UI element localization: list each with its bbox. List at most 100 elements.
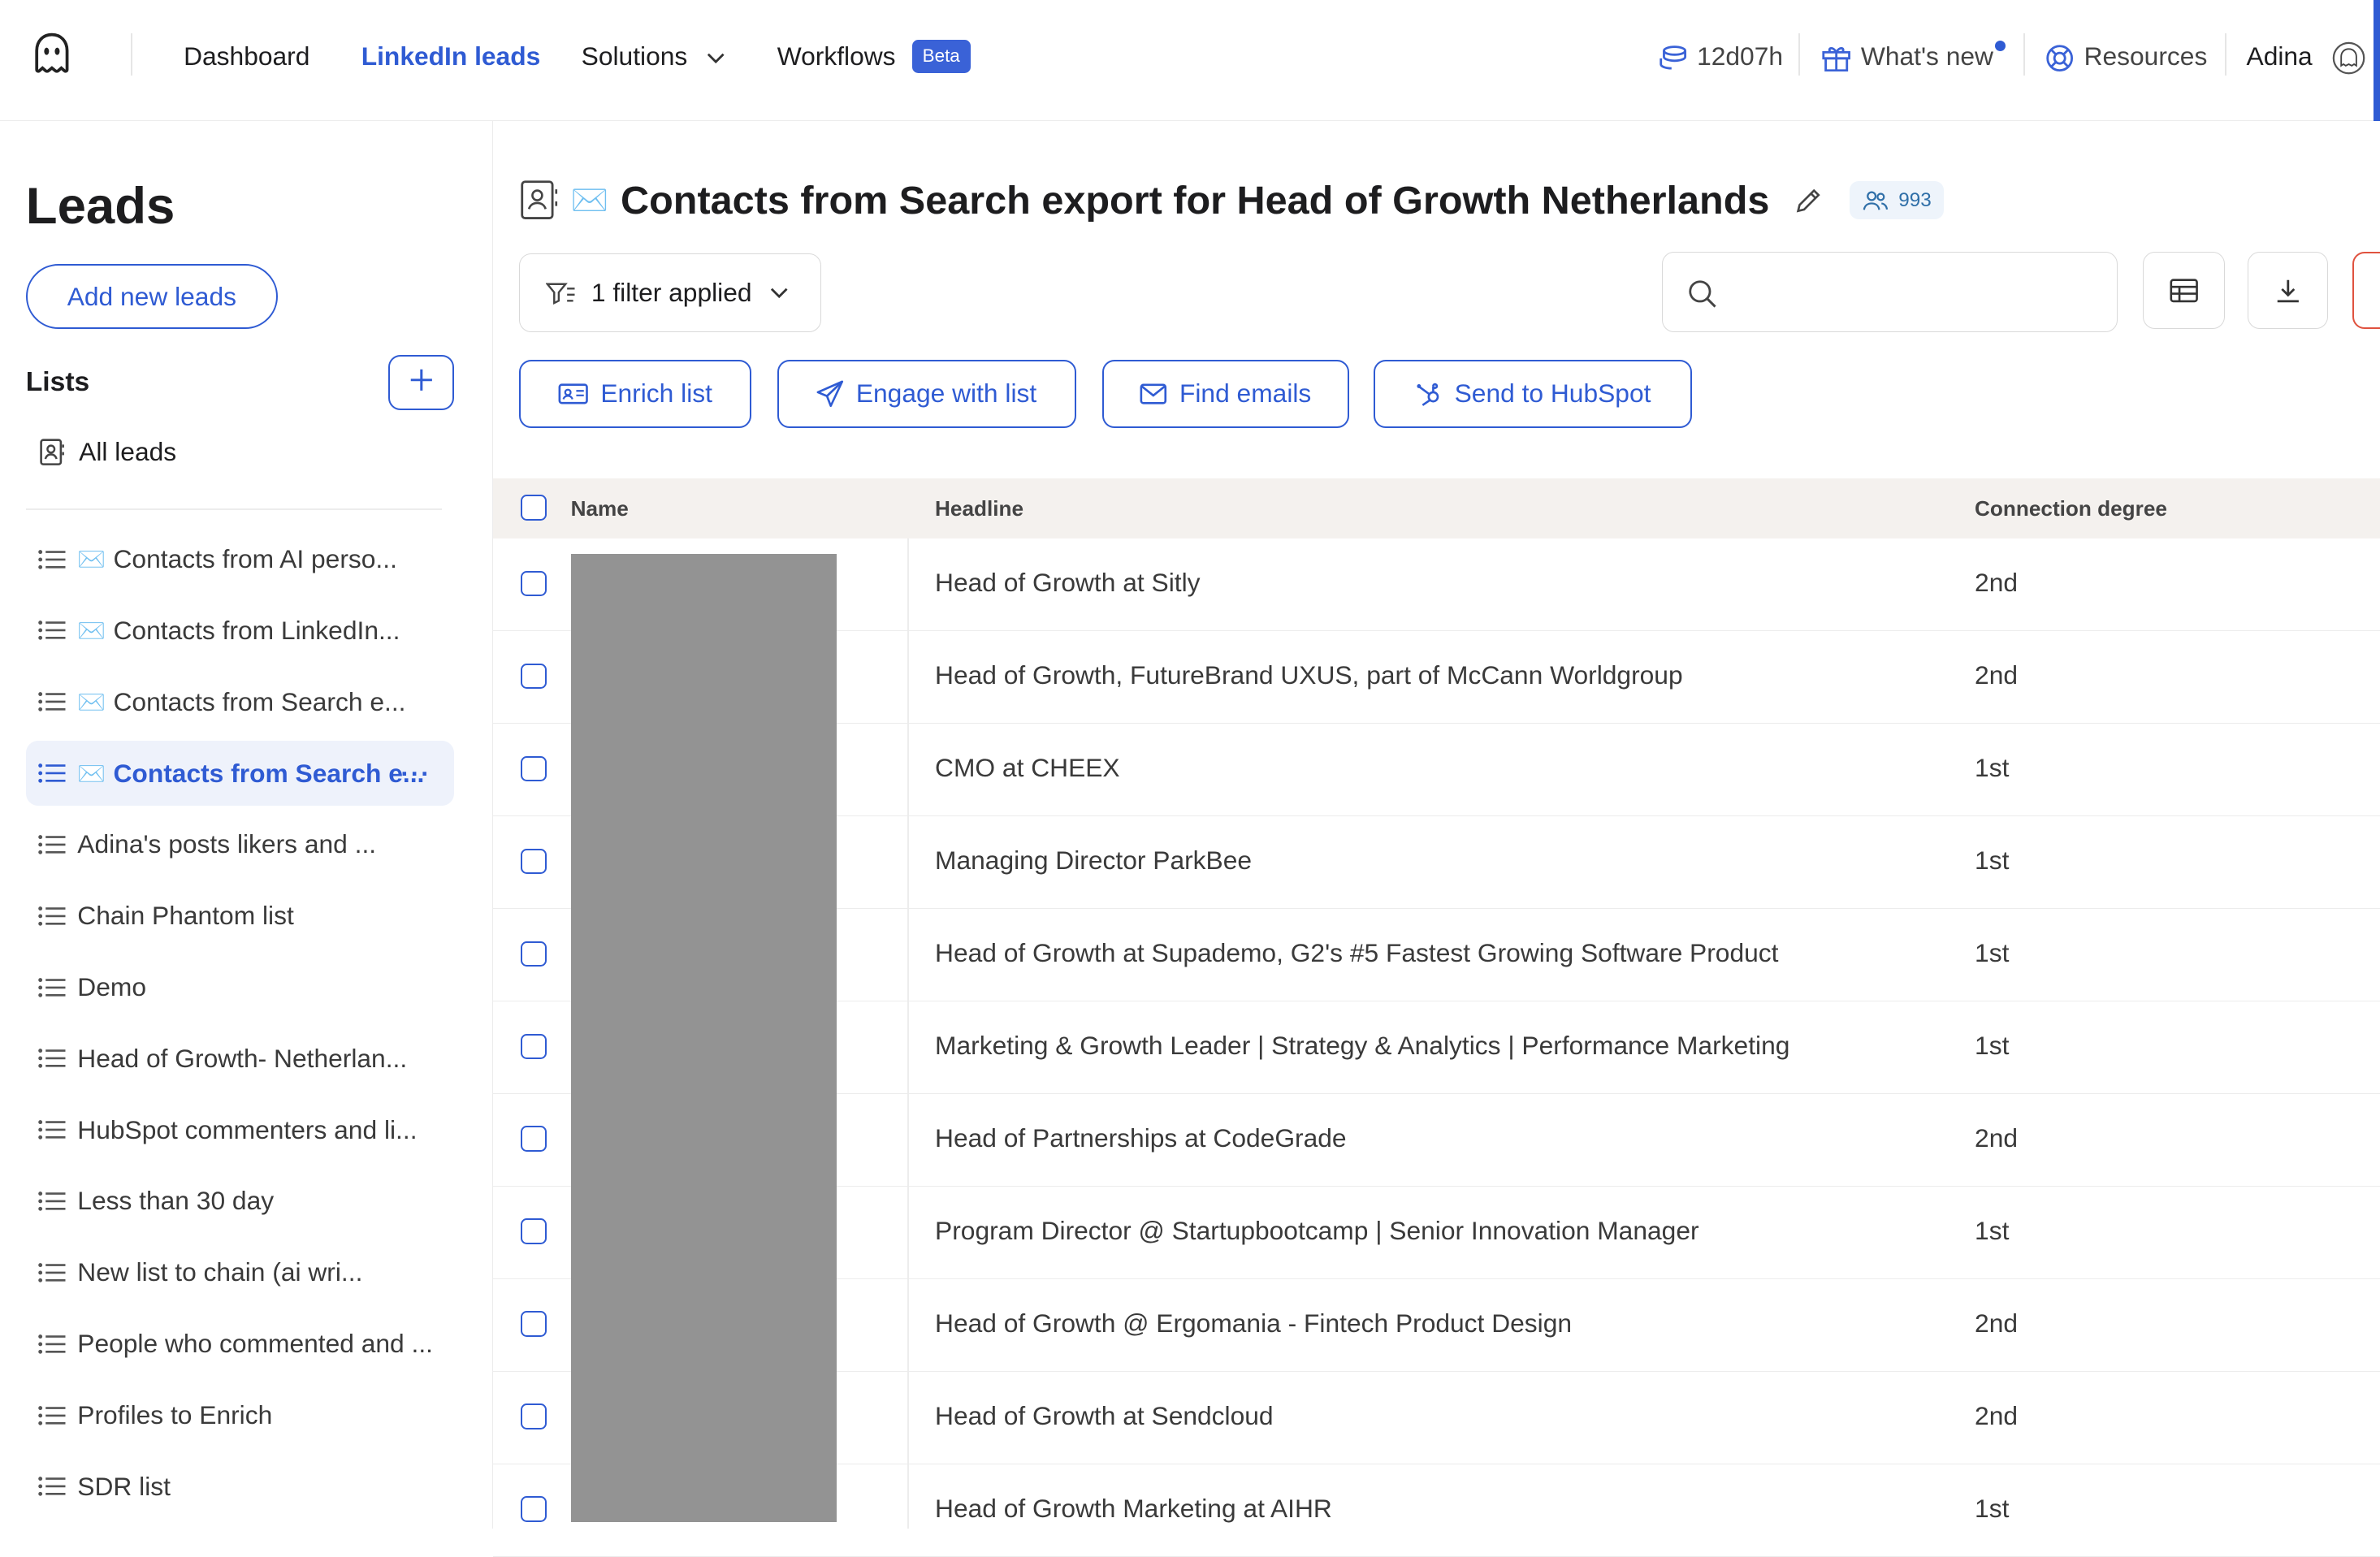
delete-button[interactable]	[2352, 252, 2380, 330]
headline-cell: Head of Partnerships at CodeGrade	[935, 1122, 1347, 1153]
lifebuoy-icon	[2046, 45, 2074, 71]
sidebar-list-item[interactable]: Chain Phantom list	[26, 884, 454, 949]
nav-divider	[130, 33, 132, 76]
search-field[interactable]	[1662, 252, 2118, 333]
list-item-label: Contacts from Search e...	[113, 758, 425, 788]
chevron-down-icon	[707, 53, 725, 64]
sidebar-list-item[interactable]: ✉️ Contacts from Search e...	[26, 669, 454, 734]
resources-link[interactable]: Resources	[2045, 37, 2207, 76]
sidebar-list-item[interactable]: New list to chain (ai wri...	[26, 1240, 454, 1305]
row-checkbox[interactable]	[520, 663, 547, 690]
connection-degree-cell: 1st	[1975, 845, 2010, 875]
list-icon	[38, 1263, 66, 1282]
time-credit[interactable]: 12d07h	[1658, 37, 1783, 76]
filter-dropdown[interactable]: 1 filter applied	[519, 253, 821, 333]
table-view-button[interactable]	[2143, 252, 2226, 330]
coins-icon	[1659, 45, 1686, 70]
sidebar-list-item[interactable]: Less than 30 day	[26, 1169, 454, 1234]
table-icon	[2170, 279, 2199, 303]
row-checkbox[interactable]	[520, 1033, 547, 1060]
nav-workflows[interactable]: Workflows Beta	[777, 37, 971, 76]
download-button[interactable]	[2248, 252, 2329, 330]
more-options-icon[interactable]: ···	[400, 759, 431, 789]
sidebar-list-item[interactable]: ✉️ Contacts from AI perso...	[26, 526, 454, 591]
sidebar-list-item[interactable]: HubSpot commenters and li...	[26, 1097, 454, 1162]
enrich-list-button[interactable]: Enrich list	[519, 359, 751, 428]
title-row: ✉️ Contacts from Search export for Head …	[519, 176, 1944, 225]
list-icon	[38, 621, 66, 641]
whats-new-link[interactable]: What's new	[1821, 37, 2006, 76]
column-header-name[interactable]: Name	[571, 496, 629, 521]
sidebar-list-item[interactable]: SDR list	[26, 1454, 454, 1519]
engage-with-list-button[interactable]: Engage with list	[777, 359, 1076, 428]
search-input[interactable]	[1735, 267, 2101, 317]
row-checkbox[interactable]	[520, 1218, 547, 1245]
send-to-hubspot-label: Send to HubSpot	[1454, 378, 1651, 409]
send-to-hubspot-button[interactable]: Send to HubSpot	[1374, 359, 1693, 428]
sidebar-list-item[interactable]: People who commented and ...	[26, 1311, 454, 1376]
row-checkbox[interactable]	[520, 1403, 547, 1430]
nav-linkedin-leads[interactable]: LinkedIn leads	[361, 37, 541, 76]
sidebar-title: Leads	[25, 176, 175, 235]
all-leads-label: All leads	[79, 437, 177, 467]
beta-badge: Beta	[911, 39, 971, 73]
list-icon	[38, 1477, 66, 1497]
lead-count: 993	[1898, 188, 1932, 211]
nav-divider	[2225, 33, 2227, 76]
list-icon	[38, 906, 66, 926]
list-item-label: Contacts from Search e...	[113, 686, 406, 716]
add-list-button[interactable]	[388, 355, 454, 410]
page-title: Contacts from Search export for Head of …	[621, 178, 1770, 223]
nav-workflows-label: Workflows	[777, 41, 896, 71]
list-item-label: Profiles to Enrich	[77, 1399, 273, 1429]
list-item-label: Head of Growth- Netherlan...	[77, 1043, 408, 1073]
user-menu[interactable]: Adina	[2247, 37, 2365, 76]
chevron-down-icon	[770, 288, 788, 299]
add-new-leads-button[interactable]: Add new leads	[25, 264, 278, 330]
sidebar-list-item[interactable]: Demo	[26, 954, 454, 1019]
table-header: Name Headline Connection degree	[493, 478, 2380, 539]
enrich-list-label: Enrich list	[600, 378, 712, 409]
nav-dashboard[interactable]: Dashboard	[184, 37, 309, 76]
headline-cell: Head of Growth at Supademo, G2's #5 Fast…	[935, 937, 1779, 967]
row-checkbox[interactable]	[520, 570, 547, 597]
column-header-headline[interactable]: Headline	[935, 496, 1023, 521]
pencil-icon[interactable]	[1794, 185, 1824, 215]
list-icon	[38, 549, 66, 569]
sidebar-list-item[interactable]: ✉️ Contacts from Search e... ···	[25, 740, 454, 807]
sidebar-list-item[interactable]: ✉️ Contacts from LinkedIn...	[26, 598, 454, 663]
redacted-names-block	[570, 554, 837, 1523]
row-checkbox[interactable]	[520, 1126, 547, 1153]
sidebar-item-all-leads[interactable]: All leads	[37, 437, 176, 467]
plus-icon	[410, 369, 432, 391]
row-checkbox[interactable]	[520, 1311, 547, 1338]
connection-degree-cell: 2nd	[1975, 660, 2019, 690]
find-emails-label: Find emails	[1179, 378, 1312, 409]
headline-cell: Head of Growth at Sendcloud	[935, 1400, 1274, 1430]
list-item-label: People who commented and ...	[77, 1329, 433, 1359]
list-item-label: Adina's posts likers and ...	[77, 829, 377, 859]
headline-cell: Head of Growth Marketing at AIHR	[935, 1493, 1332, 1523]
nav-solutions[interactable]: Solutions	[582, 37, 725, 76]
resources-label: Resources	[2084, 41, 2208, 71]
list-icon	[38, 835, 66, 854]
connection-degree-cell: 2nd	[1975, 1122, 2019, 1153]
engage-with-list-label: Engage with list	[855, 378, 1037, 409]
sidebar-list-item[interactable]: Profiles to Enrich	[26, 1382, 454, 1447]
column-header-connection-degree[interactable]: Connection degree	[1975, 496, 2167, 521]
ghost-icon[interactable]	[28, 30, 76, 79]
select-all-checkbox[interactable]	[520, 495, 547, 521]
row-checkbox[interactable]	[520, 848, 547, 875]
row-checkbox[interactable]	[520, 755, 547, 782]
headline-cell: Managing Director ParkBee	[935, 845, 1253, 875]
sidebar-list-item[interactable]: Head of Growth- Netherlan...	[26, 1026, 454, 1091]
envelope-icon: ✉️	[77, 760, 106, 786]
connection-degree-cell: 1st	[1975, 752, 2010, 782]
lead-count-badge: 993	[1850, 181, 1944, 219]
sidebar-list-item[interactable]: Adina's posts likers and ...	[26, 812, 454, 877]
gift-icon	[1822, 46, 1851, 71]
find-emails-button[interactable]: Find emails	[1101, 359, 1350, 428]
row-checkbox[interactable]	[520, 1496, 547, 1523]
row-checkbox[interactable]	[520, 941, 547, 967]
nav-solutions-label: Solutions	[581, 41, 688, 71]
